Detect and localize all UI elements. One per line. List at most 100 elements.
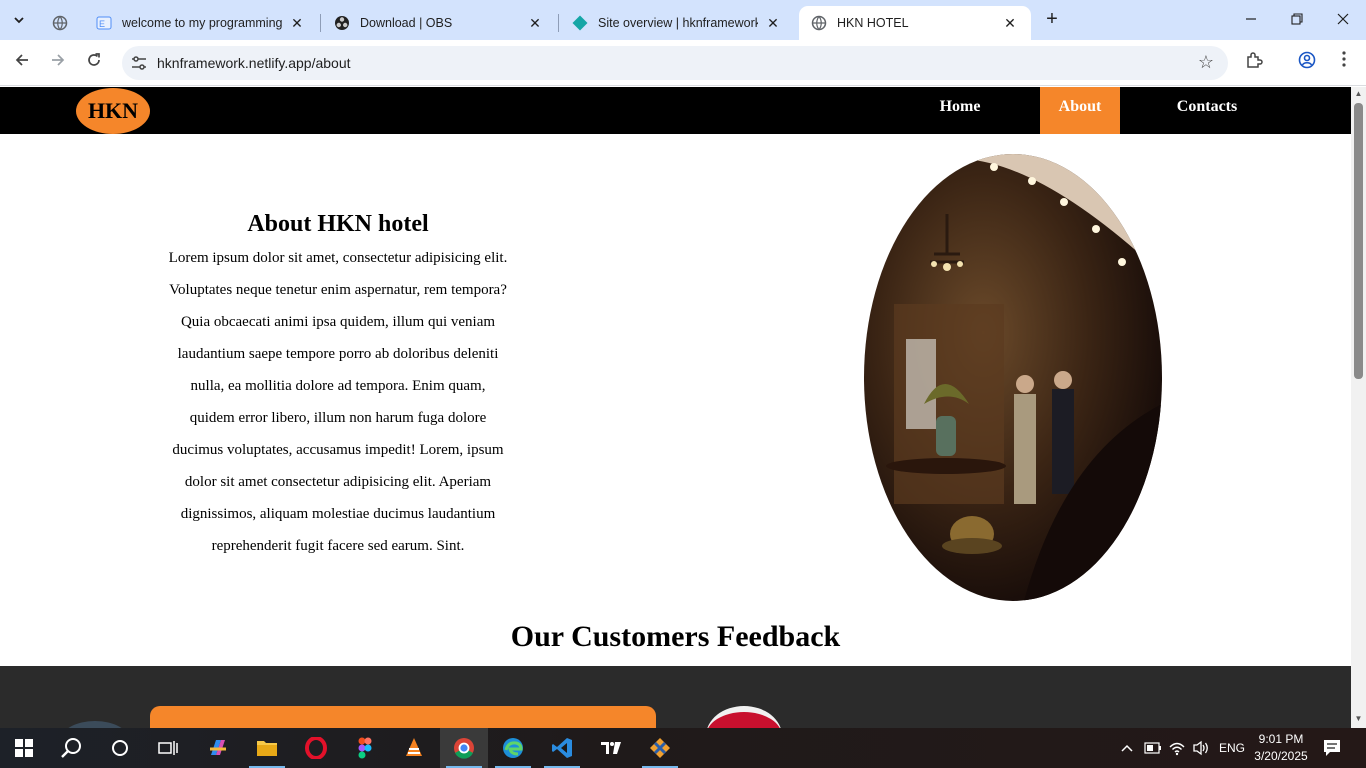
feedback-card bbox=[150, 706, 656, 728]
close-window-button[interactable] bbox=[1328, 8, 1358, 32]
site-settings-icon[interactable] bbox=[130, 54, 148, 72]
copilot-icon bbox=[210, 740, 226, 755]
action-center-button[interactable] bbox=[1322, 738, 1342, 758]
tab-title: HKN HOTEL bbox=[837, 16, 909, 30]
nav-link-about[interactable]: About bbox=[1040, 87, 1120, 134]
tab-obs[interactable]: Download | OBS ✕ bbox=[322, 6, 556, 40]
task-view-icon bbox=[158, 741, 178, 755]
site-favicon-icon: E bbox=[96, 15, 112, 31]
git-icon bbox=[650, 738, 670, 758]
chevron-up-icon bbox=[1121, 744, 1133, 752]
chrome-button[interactable] bbox=[440, 728, 488, 768]
cortana-icon bbox=[112, 740, 128, 756]
bookmark-star-icon[interactable]: ☆ bbox=[1198, 52, 1214, 73]
nav-link-contacts[interactable]: Contacts bbox=[1162, 87, 1252, 134]
globe-icon bbox=[52, 15, 68, 31]
site-navbar: HKN Home About Contacts bbox=[0, 87, 1351, 134]
task-view-button[interactable] bbox=[144, 728, 192, 768]
reload-icon bbox=[88, 53, 100, 66]
extensions-button[interactable] bbox=[1242, 51, 1266, 75]
address-bar[interactable]: hknframework.netlify.app/about ☆ bbox=[122, 46, 1228, 80]
obs-icon bbox=[334, 15, 350, 31]
site-logo[interactable]: HKN bbox=[76, 88, 150, 134]
page-scrollbar[interactable]: ▲ ▼ bbox=[1351, 87, 1366, 728]
tab-welcome[interactable]: E welcome to my programming w ✕ bbox=[84, 6, 318, 40]
kebab-menu-icon bbox=[1342, 51, 1346, 67]
tab-title: welcome to my programming w bbox=[122, 16, 282, 30]
puzzle-icon bbox=[1247, 52, 1263, 68]
edge-icon bbox=[503, 738, 523, 758]
new-tab-button[interactable]: + bbox=[1040, 8, 1064, 32]
cortana-button[interactable] bbox=[96, 728, 144, 768]
tab-pinned[interactable] bbox=[44, 6, 74, 40]
language-indicator[interactable]: ENG bbox=[1219, 728, 1245, 768]
vscode-button[interactable] bbox=[538, 728, 586, 768]
start-button[interactable] bbox=[0, 728, 48, 768]
battery-status[interactable] bbox=[1144, 728, 1162, 768]
volume-control[interactable] bbox=[1192, 728, 1210, 768]
vlc-button[interactable] bbox=[390, 728, 438, 768]
figma-button[interactable] bbox=[341, 728, 389, 768]
close-icon bbox=[1337, 13, 1349, 25]
chrome-icon bbox=[454, 738, 474, 759]
arrow-left-icon bbox=[15, 54, 28, 66]
edge-button[interactable] bbox=[489, 728, 537, 768]
globe-icon bbox=[811, 15, 827, 31]
scroll-up-icon[interactable]: ▲ bbox=[1354, 89, 1363, 98]
customer-avatar bbox=[60, 721, 130, 728]
windows-logo-icon bbox=[15, 739, 33, 757]
tab-hkn-hotel[interactable]: HKN HOTEL ✕ bbox=[799, 6, 1031, 40]
clock-date: 3/20/2025 bbox=[1254, 749, 1308, 763]
account-circle-icon bbox=[1298, 51, 1316, 69]
network-status[interactable] bbox=[1168, 728, 1186, 768]
close-icon[interactable]: ✕ bbox=[526, 15, 544, 32]
back-button[interactable] bbox=[10, 51, 34, 75]
tab-divider bbox=[558, 14, 559, 32]
tab-search-button[interactable] bbox=[6, 7, 32, 33]
scroll-down-icon[interactable]: ▼ bbox=[1354, 714, 1363, 723]
file-explorer-button[interactable] bbox=[243, 728, 291, 768]
search-button[interactable] bbox=[48, 728, 96, 768]
windows-taskbar: ENG 9:01 PM 3/20/2025 bbox=[0, 728, 1366, 768]
tab-divider bbox=[320, 14, 321, 32]
tab-title: Site overview | hknframework | N bbox=[598, 16, 758, 30]
opera-button[interactable] bbox=[292, 728, 340, 768]
notification-icon bbox=[1324, 740, 1340, 756]
tradingview-button[interactable] bbox=[587, 728, 635, 768]
tab-netlify[interactable]: Site overview | hknframework | N ✕ bbox=[560, 6, 794, 40]
tradingview-icon bbox=[601, 742, 621, 754]
scrollbar-thumb[interactable] bbox=[1354, 103, 1363, 379]
folder-icon bbox=[257, 741, 277, 756]
about-paragraph: Lorem ipsum dolor sit amet, consectetur … bbox=[168, 250, 508, 554]
url-text: hknframework.netlify.app/about bbox=[157, 55, 351, 71]
vlc-icon bbox=[406, 738, 422, 756]
figma-icon bbox=[358, 737, 372, 759]
git-button[interactable] bbox=[636, 728, 684, 768]
menu-button[interactable] bbox=[1332, 51, 1356, 75]
tab-title: Download | OBS bbox=[360, 16, 453, 30]
forward-button[interactable] bbox=[46, 51, 70, 75]
minimize-button[interactable] bbox=[1236, 8, 1266, 32]
restore-button[interactable] bbox=[1282, 8, 1312, 32]
svg-text:E: E bbox=[99, 19, 105, 29]
reload-button[interactable] bbox=[82, 51, 106, 75]
opera-icon bbox=[305, 737, 327, 759]
nav-link-home[interactable]: Home bbox=[920, 87, 1000, 134]
about-heading: About HKN hotel bbox=[247, 211, 429, 237]
close-icon[interactable]: ✕ bbox=[764, 15, 782, 32]
profile-button[interactable] bbox=[1295, 51, 1319, 75]
system-clock[interactable]: 9:01 PM 3/20/2025 bbox=[1248, 731, 1314, 765]
clock-time: 9:01 PM bbox=[1258, 732, 1304, 746]
close-icon[interactable]: ✕ bbox=[288, 15, 306, 32]
customer-avatar bbox=[706, 706, 782, 728]
feedback-section bbox=[0, 666, 1351, 728]
browser-tab-strip: E welcome to my programming w ✕ Download… bbox=[0, 0, 1366, 40]
show-hidden-icons-button[interactable] bbox=[1120, 728, 1134, 768]
restore-icon bbox=[1291, 13, 1303, 25]
minimize-icon bbox=[1246, 18, 1256, 20]
close-icon[interactable]: ✕ bbox=[1001, 15, 1019, 32]
netlify-icon bbox=[572, 15, 588, 31]
arrow-right-icon bbox=[52, 54, 65, 66]
hotel-lobby-image bbox=[864, 154, 1162, 601]
copilot-button[interactable] bbox=[194, 728, 242, 768]
